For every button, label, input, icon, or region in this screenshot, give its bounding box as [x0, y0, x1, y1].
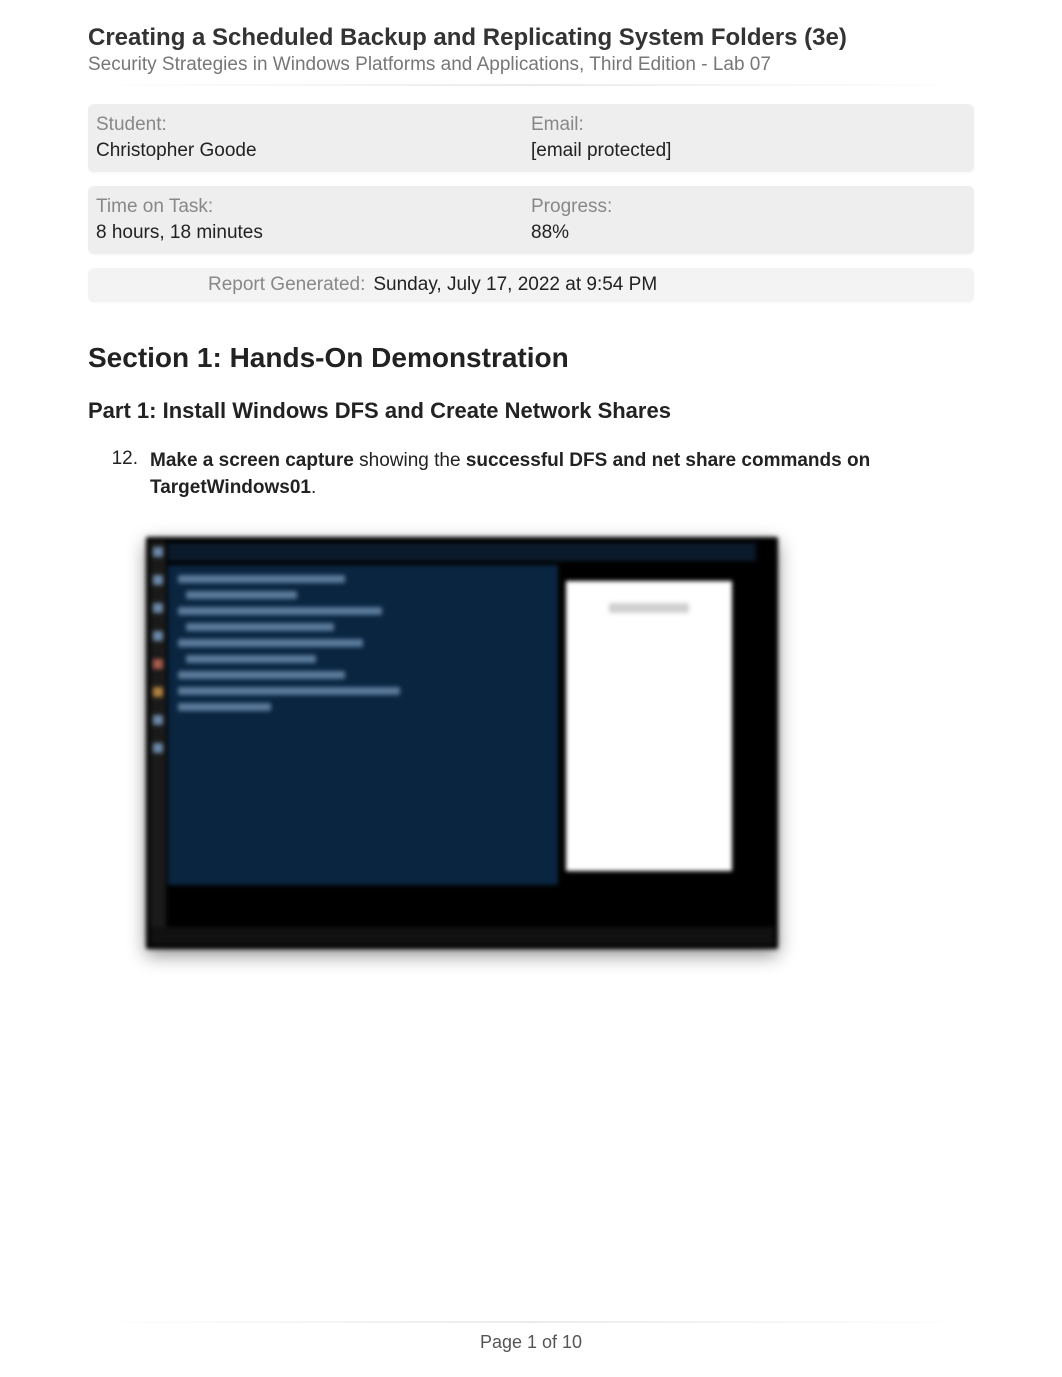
page-container: Creating a Scheduled Backup and Replicat…: [0, 0, 1062, 949]
instruction-list: 12. Make a screen capture showing the su…: [110, 448, 974, 501]
email-value: [email protected]: [531, 140, 966, 162]
right-panel: [566, 581, 732, 871]
instruction-text: Make a screen capture showing the succes…: [150, 448, 974, 501]
ps-output-line: [178, 607, 382, 615]
screenshot-figure: [146, 537, 778, 949]
email-label: Email:: [531, 114, 966, 136]
ps-output-line: [186, 591, 297, 599]
student-column: Student: Christopher Goode: [96, 114, 531, 162]
instruction-end: .: [311, 477, 316, 498]
part-title: Part 1: Install Windows DFS and Create N…: [88, 398, 974, 424]
header-divider: [88, 84, 974, 86]
powershell-window: [168, 565, 558, 885]
instruction-mid: showing the: [354, 450, 466, 471]
report-generated-label: Report Generated:: [208, 274, 365, 296]
student-info-block: Student: Christopher Goode Email: [email…: [88, 104, 974, 172]
ps-output-line: [178, 671, 345, 679]
sidebar-icon: [153, 743, 163, 753]
windows-sidebar: [150, 541, 166, 941]
page-footer: Page 1 of 10: [0, 1332, 1062, 1353]
student-value: Christopher Goode: [96, 140, 531, 162]
ps-output-line: [186, 655, 316, 663]
time-value: 8 hours, 18 minutes: [96, 222, 531, 244]
instruction-item-12: 12. Make a screen capture showing the su…: [110, 448, 974, 501]
document-title: Creating a Scheduled Backup and Replicat…: [88, 24, 974, 52]
instruction-number: 12.: [110, 448, 138, 470]
sidebar-icon: [153, 715, 163, 725]
progress-column: Progress: 88%: [531, 196, 966, 244]
sidebar-icon: [153, 603, 163, 613]
time-column: Time on Task: 8 hours, 18 minutes: [96, 196, 531, 244]
panel-item: [609, 603, 689, 613]
student-label: Student:: [96, 114, 531, 136]
report-generated-row: Report Generated: Sunday, July 17, 2022 …: [88, 268, 974, 302]
progress-value: 88%: [531, 222, 966, 244]
instruction-bold-1: Make a screen capture: [150, 450, 354, 471]
sidebar-icon: [153, 631, 163, 641]
progress-label: Progress:: [531, 196, 966, 218]
sidebar-icon: [153, 659, 163, 669]
report-generated-value: Sunday, July 17, 2022 at 9:54 PM: [373, 274, 657, 296]
email-column: Email: [email protected]: [531, 114, 966, 162]
progress-info-block: Time on Task: 8 hours, 18 minutes Progre…: [88, 186, 974, 254]
ps-output-line: [178, 687, 400, 695]
ps-output-line: [186, 623, 334, 631]
sidebar-icon: [153, 687, 163, 697]
window-titlebar: [168, 543, 756, 561]
document-subtitle: Security Strategies in Windows Platforms…: [88, 54, 974, 76]
section-title: Section 1: Hands-On Demonstration: [88, 342, 974, 374]
sidebar-icon: [153, 547, 163, 557]
ps-output-line: [178, 639, 363, 647]
ps-output-line: [178, 575, 345, 583]
footer-divider: [88, 1321, 974, 1323]
time-label: Time on Task:: [96, 196, 531, 218]
sidebar-icon: [153, 575, 163, 585]
windows-taskbar: [150, 927, 774, 945]
ps-output-line: [178, 703, 271, 711]
